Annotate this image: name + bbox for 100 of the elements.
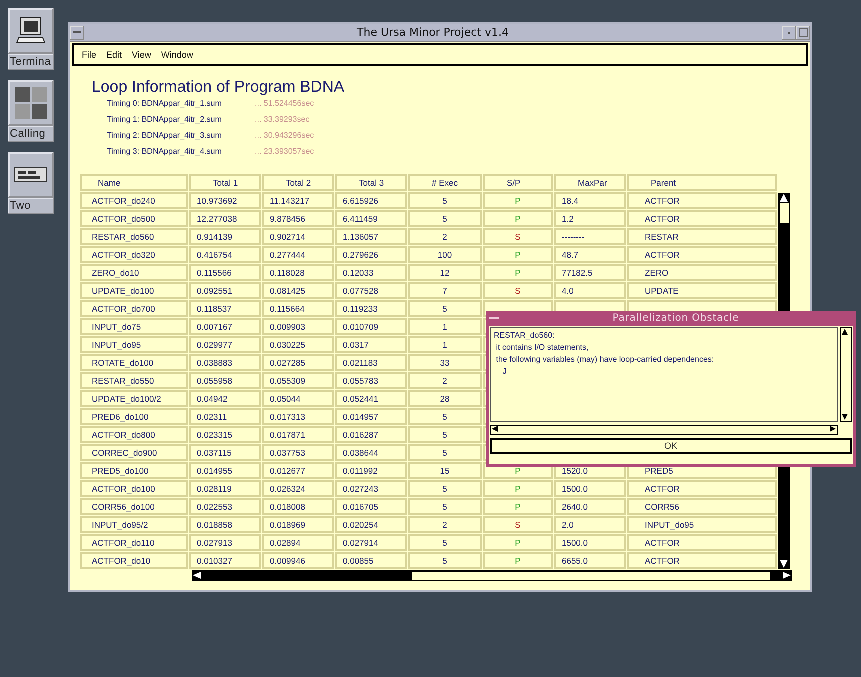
table-cell: 1.2 — [554, 210, 626, 227]
table-cell: 0.027243 — [335, 480, 407, 497]
table-cell: ACTFOR_do320 — [80, 246, 188, 263]
table-cell: RESTAR_do550 — [80, 372, 188, 389]
table-cell: 15 — [408, 462, 482, 479]
table-cell: 2640.0 — [554, 498, 626, 515]
column-header: Total 2 — [262, 174, 334, 191]
desktop-icon-label[interactable]: Calling — [8, 126, 54, 142]
table-cell: 0.010327 — [189, 552, 261, 569]
table-cell: 2.0 — [554, 516, 626, 533]
table-cell: 0.055309 — [262, 372, 334, 389]
table-cell: 0.012677 — [262, 462, 334, 479]
table-cell: 12.277038 — [189, 210, 261, 227]
minimize-button[interactable] — [782, 26, 796, 40]
status-letter: S — [515, 520, 521, 530]
status-letter: P — [515, 556, 521, 566]
ok-button[interactable]: OK — [490, 438, 852, 454]
table-cell: INPUT_do75 — [80, 318, 188, 335]
table-cell: 0.010709 — [335, 318, 407, 335]
right-arrow-icon[interactable] — [782, 571, 792, 580]
table-cell: 0.416754 — [189, 246, 261, 263]
table-cell: RESTAR_do560 — [80, 228, 188, 245]
table-cell: 100 — [408, 246, 482, 263]
status-letter: P — [515, 214, 521, 224]
table-cell: ACTFOR — [627, 534, 777, 551]
menu-item[interactable]: File — [82, 50, 97, 60]
table-cell: 0.017313 — [262, 408, 334, 425]
table-cell: 0.014957 — [335, 408, 407, 425]
left-arrow-icon[interactable] — [491, 426, 499, 432]
left-arrow-icon[interactable] — [192, 571, 202, 580]
table-cell: 0.009903 — [262, 318, 334, 335]
table-cell: 5 — [408, 192, 482, 209]
table-cell: 0.279626 — [335, 246, 407, 263]
timing-value: ... 23.393057sec — [255, 147, 314, 156]
table-cell: 0.038644 — [335, 444, 407, 461]
table-cell: 0.277444 — [262, 246, 334, 263]
table-cell: 5 — [408, 534, 482, 551]
table-cell: 0.118537 — [189, 300, 261, 317]
horizontal-scrollbar[interactable] — [490, 425, 838, 435]
menu-item[interactable]: View — [132, 50, 152, 60]
table-cell: ACTFOR_do800 — [80, 426, 188, 443]
table-cell: 0.018008 — [262, 498, 334, 515]
table-cell: 0.018858 — [189, 516, 261, 533]
table-cell: ACTFOR_do240 — [80, 192, 188, 209]
page-heading: Loop Information of Program BDNA — [92, 79, 346, 97]
table-cell: 0.030225 — [262, 336, 334, 353]
scroll-thumb[interactable] — [780, 203, 788, 223]
message-line: J — [502, 366, 508, 378]
table-cell: ACTFOR_do700 — [80, 300, 188, 317]
desktop-icon-label[interactable]: Two — [8, 198, 54, 214]
table-cell: 5 — [408, 498, 482, 515]
up-arrow-icon[interactable] — [841, 328, 849, 336]
table-cell: ACTFOR — [627, 210, 777, 227]
menu-item[interactable]: Edit — [106, 50, 122, 60]
status-letter: P — [515, 196, 521, 206]
table-cell: 0.914139 — [189, 228, 261, 245]
table-cell: 28 — [408, 390, 482, 407]
down-arrow-icon[interactable] — [779, 559, 789, 569]
horizontal-scrollbar[interactable] — [192, 570, 792, 581]
table-cell: 0.027285 — [262, 354, 334, 371]
desktop-icon-label[interactable]: Termina — [8, 54, 54, 70]
status-letter: P — [515, 538, 521, 548]
computer-icon — [16, 16, 46, 46]
table-cell: 6.615926 — [335, 192, 407, 209]
table-cell: 5 — [408, 444, 482, 461]
table-cell: 5 — [408, 300, 482, 317]
table-cell: INPUT_do95 — [627, 516, 777, 533]
table-cell: PRED5_do100 — [80, 462, 188, 479]
window-title: The Ursa Minor Project v1.4 — [356, 26, 510, 39]
table-cell: ACTFOR — [627, 480, 777, 497]
table-cell: 1500.0 — [554, 534, 626, 551]
message-line: the following variables (may) have loop-carried dependences: — [495, 354, 716, 366]
window-menu-button[interactable] — [70, 26, 84, 40]
status-letter: P — [515, 502, 521, 512]
table-cell: 10.973692 — [189, 192, 261, 209]
table-cell: 0.02894 — [262, 534, 334, 551]
timing-label: Timing 0: BDNAppar_4itr_1.sum — [107, 99, 223, 108]
timing-value: ... 51.524456sec — [255, 99, 314, 108]
table-cell: ACTFOR — [627, 246, 777, 263]
maximize-button[interactable] — [796, 26, 810, 40]
down-arrow-icon[interactable] — [841, 413, 849, 421]
up-arrow-icon[interactable] — [779, 193, 789, 203]
table-cell: 0.022553 — [189, 498, 261, 515]
table-cell: 0.115566 — [189, 264, 261, 281]
table-cell: 1 — [408, 318, 482, 335]
right-arrow-icon[interactable] — [829, 426, 837, 432]
table-cell: PRED6_do100 — [80, 408, 188, 425]
menu-item[interactable]: Window — [161, 50, 194, 60]
table-cell: 6.411459 — [335, 210, 407, 227]
table-cell: UPDATE_do100 — [80, 282, 188, 299]
table-cell: INPUT_do95/2 — [80, 516, 188, 533]
table-cell: ACTFOR_do110 — [80, 534, 188, 551]
status-letter: P — [515, 466, 521, 476]
window-menu-icon[interactable] — [489, 316, 499, 320]
status-letter: S — [515, 286, 521, 296]
table-cell: 0.021183 — [335, 354, 407, 371]
status-letter: P — [515, 484, 521, 494]
table-cell: INPUT_do95 — [80, 336, 188, 353]
vertical-scrollbar[interactable] — [840, 327, 852, 422]
scroll-thumb[interactable] — [412, 572, 770, 580]
